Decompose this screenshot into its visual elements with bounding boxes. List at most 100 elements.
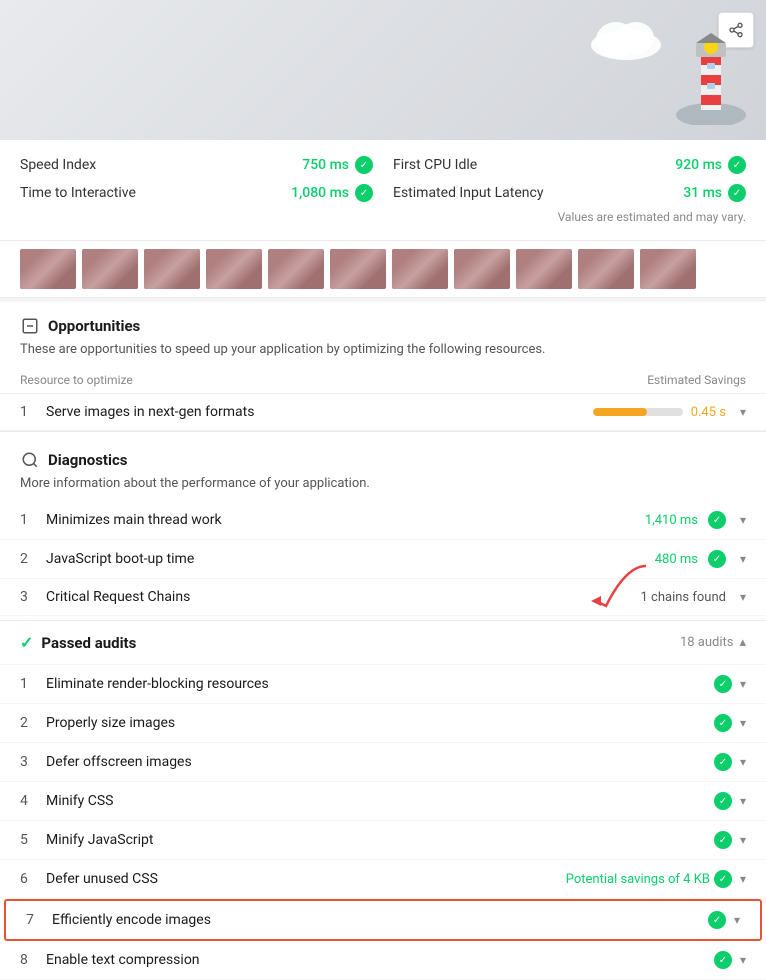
passed-icons-3: ✓ ▾: [714, 753, 746, 771]
passed-audits-chevron[interactable]: ▴: [739, 635, 746, 650]
filmstrip-thumb-4: [206, 249, 262, 289]
passed-chevron-7[interactable]: ▾: [734, 913, 740, 927]
lighthouse-icon: [676, 15, 746, 125]
passed-check-icon-1: ✓: [714, 675, 732, 693]
first-cpu-idle-value: 920 ms: [675, 157, 722, 173]
time-to-interactive-value: 1,080 ms: [291, 185, 349, 201]
opportunities-table-header: Resource to optimize Estimated Savings: [0, 367, 766, 394]
first-cpu-idle-row: First CPU Idle 920 ms ✓: [393, 156, 746, 174]
passed-num-3: 3: [20, 754, 36, 770]
diag-value-2: 480 ms: [655, 552, 698, 567]
passed-row-3[interactable]: 3 Defer offscreen images ✓ ▾: [0, 743, 766, 782]
passed-row-4[interactable]: 4 Minify CSS ✓ ▾: [0, 782, 766, 821]
estimated-note: Values are estimated and may vary.: [20, 210, 746, 224]
passed-icons-7: ✓ ▾: [708, 911, 740, 929]
col-savings: Estimated Savings: [647, 373, 746, 387]
diag-check-2: ✓: [708, 550, 726, 568]
filmstrip: [0, 241, 766, 298]
passed-row-6[interactable]: 6 Defer unused CSS Potential savings of …: [0, 860, 766, 899]
opportunity-chevron-1[interactable]: ▾: [740, 405, 746, 419]
passed-num-8: 8: [20, 952, 36, 968]
diag-chevron-3[interactable]: ▾: [740, 590, 746, 604]
passed-label-2: Properly size images: [46, 715, 704, 731]
filmstrip-thumb-6: [330, 249, 386, 289]
passed-chevron-8[interactable]: ▾: [740, 953, 746, 967]
passed-check-icon: ✓: [20, 633, 33, 652]
diag-row-1[interactable]: 1 Minimizes main thread work 1,410 ms ✓ …: [0, 501, 766, 540]
passed-num-4: 4: [20, 793, 36, 809]
filmstrip-thumb-7: [392, 249, 448, 289]
diag-num-1: 1: [20, 512, 36, 528]
diagnostics-header: Diagnostics: [0, 436, 766, 476]
passed-chevron-4[interactable]: ▾: [740, 794, 746, 808]
passed-chevron-1[interactable]: ▾: [740, 677, 746, 691]
passed-num-5: 5: [20, 832, 36, 848]
passed-check-icon-2: ✓: [714, 714, 732, 732]
passed-chevron-2[interactable]: ▾: [740, 716, 746, 730]
passed-check-icon-6: ✓: [714, 870, 732, 888]
passed-check-icon-3: ✓: [714, 753, 732, 771]
diagnostics-icon: [20, 450, 40, 470]
passed-label-1: Eliminate render-blocking resources: [46, 676, 704, 692]
passed-num-2: 2: [20, 715, 36, 731]
passed-icons-2: ✓ ▾: [714, 714, 746, 732]
passed-chevron-6[interactable]: ▾: [740, 872, 746, 886]
passed-row-7[interactable]: 7 Efficiently encode images ✓ ▾: [4, 899, 762, 941]
diagnostics-desc: More information about the performance o…: [0, 476, 766, 501]
passed-chevron-5[interactable]: ▾: [740, 833, 746, 847]
passed-row-2[interactable]: 2 Properly size images ✓ ▾: [0, 704, 766, 743]
passed-icons-1: ✓ ▾: [714, 675, 746, 693]
passed-num-7: 7: [26, 912, 42, 928]
passed-label-5: Minify JavaScript: [46, 832, 704, 848]
diag-row-3[interactable]: 3 Critical Request Chains 1 chains found…: [0, 579, 766, 616]
passed-label-7: Efficiently encode images: [52, 912, 698, 928]
passed-audits-left: ✓ Passed audits: [20, 633, 136, 652]
opportunity-num-1: 1: [20, 404, 36, 420]
passed-label-3: Defer offscreen images: [46, 754, 704, 770]
opportunity-row-1[interactable]: 1 Serve images in next-gen formats 0.45 …: [0, 394, 766, 431]
time-to-interactive-check: ✓: [355, 184, 373, 202]
passed-row-1[interactable]: 1 Eliminate render-blocking resources ✓ …: [0, 665, 766, 704]
passed-icons-6: Potential savings of 4 KB ✓ ▾: [566, 870, 746, 888]
diag-row-2[interactable]: 2 JavaScript boot-up time 480 ms ✓ ▾: [0, 540, 766, 579]
passed-savings-6: Potential savings of 4 KB: [566, 872, 710, 887]
header-area: [0, 0, 766, 140]
opportunities-section: Opportunities These are opportunities to…: [0, 302, 766, 431]
passed-row-5[interactable]: 5 Minify JavaScript ✓ ▾: [0, 821, 766, 860]
time-to-interactive-row: Time to Interactive 1,080 ms ✓: [20, 184, 373, 202]
filmstrip-thumb-8: [454, 249, 510, 289]
metrics-grid: Speed Index 750 ms ✓ First CPU Idle 920 …: [20, 156, 746, 202]
passed-audits-header: ✓ Passed audits 18 audits ▴: [0, 620, 766, 665]
cloud-icon: [586, 10, 666, 60]
passed-audits-title: Passed audits: [41, 634, 136, 652]
col-resource: Resource to optimize: [20, 373, 133, 387]
filmstrip-thumb-5: [268, 249, 324, 289]
opportunities-icon: [20, 316, 40, 336]
passed-row-8[interactable]: 8 Enable text compression ✓ ▾: [0, 941, 766, 980]
metrics-section: Speed Index 750 ms ✓ First CPU Idle 920 …: [0, 140, 766, 241]
passed-icons-5: ✓ ▾: [714, 831, 746, 849]
first-cpu-idle-value-group: 920 ms ✓: [675, 156, 746, 174]
diag-chevron-2[interactable]: ▾: [740, 552, 746, 566]
passed-label-4: Minify CSS: [46, 793, 704, 809]
passed-chevron-3[interactable]: ▾: [740, 755, 746, 769]
diag-chevron-1[interactable]: ▾: [740, 513, 746, 527]
diag-label-2: JavaScript boot-up time: [46, 551, 645, 567]
filmstrip-thumb-9: [516, 249, 572, 289]
first-cpu-idle-check: ✓: [728, 156, 746, 174]
speed-index-check: ✓: [355, 156, 373, 174]
diag-label-1: Minimizes main thread work: [46, 512, 635, 528]
filmstrip-thumb-1: [20, 249, 76, 289]
diagnostics-title: Diagnostics: [48, 451, 127, 469]
main-content: Opportunities These are opportunities to…: [0, 302, 766, 980]
first-cpu-idle-label: First CPU Idle: [393, 157, 477, 173]
passed-label-6: Defer unused CSS: [46, 871, 556, 887]
estimated-input-latency-check: ✓: [728, 184, 746, 202]
opportunity-label-1: Serve images in next-gen formats: [46, 404, 583, 420]
opportunities-header: Opportunities: [0, 302, 766, 342]
diag-value-1: 1,410 ms: [645, 513, 698, 528]
filmstrip-thumb-2: [82, 249, 138, 289]
filmstrip-thumb-11: [640, 249, 696, 289]
passed-audits-count: 18 audits: [680, 635, 734, 650]
estimated-input-latency-value: 31 ms: [683, 185, 722, 201]
